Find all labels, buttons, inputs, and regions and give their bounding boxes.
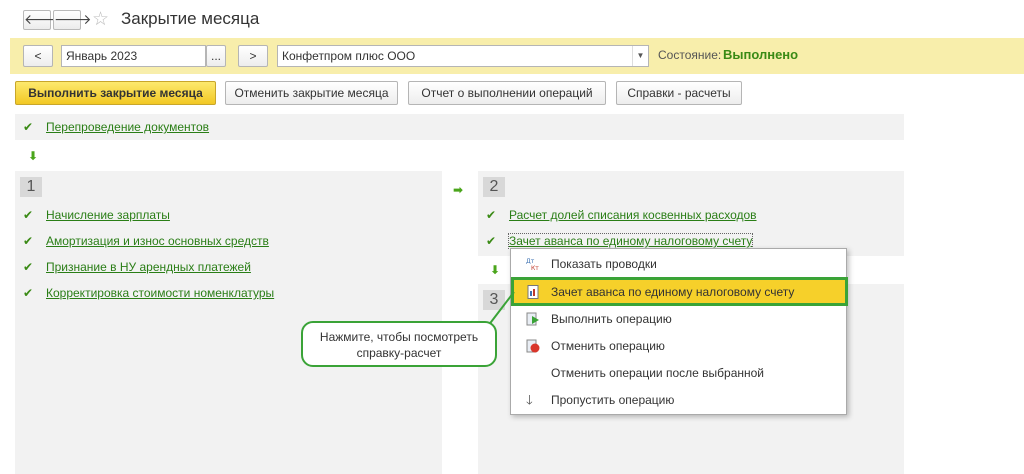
callout-connector [487,291,515,327]
hint-callout: Нажмите, чтобы посмотреть справку-расчет [301,321,497,367]
